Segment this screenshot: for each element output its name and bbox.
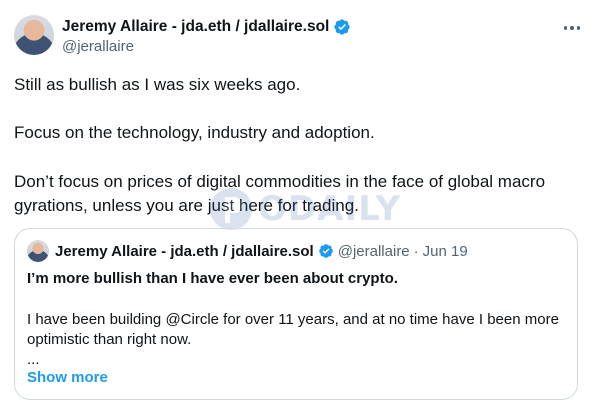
tweet-paragraph: Don’t focus on prices of digital commodi… xyxy=(14,172,546,215)
tweet-paragraph: Focus on the technology, industry and ad… xyxy=(14,123,375,142)
quoted-display-name[interactable]: Jeremy Allaire - jda.eth / jdallaire.sol xyxy=(55,243,314,260)
more-options-button[interactable] xyxy=(560,16,584,40)
quoted-title: I’m more bullish than I have ever been a… xyxy=(27,270,398,287)
avatar[interactable] xyxy=(14,15,54,55)
tweet: Jeremy Allaire - jda.eth / jdallaire.sol… xyxy=(0,0,598,417)
quoted-tweet-card[interactable]: Jeremy Allaire - jda.eth / jdallaire.sol… xyxy=(14,228,578,400)
tweet-paragraph: Still as bullish as I was six weeks ago. xyxy=(14,75,301,94)
quoted-avatar[interactable] xyxy=(27,240,49,262)
show-more-link[interactable]: Show more xyxy=(27,369,108,386)
quoted-date[interactable]: Jun 19 xyxy=(423,243,468,260)
quoted-author-row: Jeremy Allaire - jda.eth / jdallaire.sol… xyxy=(55,241,468,261)
verified-badge-icon xyxy=(334,19,351,35)
author-name-row: Jeremy Allaire - jda.eth / jdallaire.sol xyxy=(62,16,351,38)
separator-dot: · xyxy=(413,242,419,260)
author-display-name[interactable]: Jeremy Allaire - jda.eth / jdallaire.sol xyxy=(62,18,329,36)
verified-badge-icon xyxy=(318,244,333,258)
quoted-ellipsis: ... xyxy=(27,351,40,368)
author-handle[interactable]: @jerallaire xyxy=(62,38,134,55)
ellipsis-icon xyxy=(563,26,568,30)
quoted-handle[interactable]: @jerallaire xyxy=(338,243,410,260)
quoted-body: I have been building @Circle for over 11… xyxy=(27,311,559,348)
